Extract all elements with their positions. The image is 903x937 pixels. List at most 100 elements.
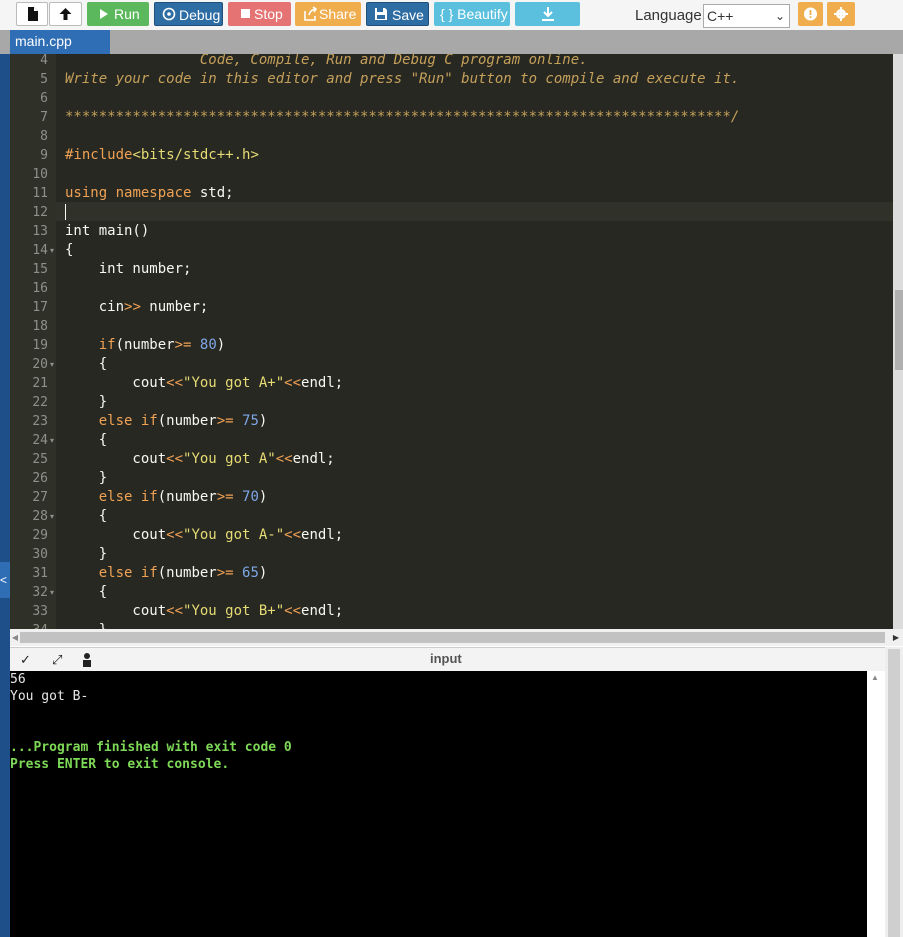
tab-main-cpp[interactable]: main.cpp [10, 30, 110, 54]
chevron-left-icon: < [0, 573, 8, 587]
console-line: ...Program finished with exit code 0 [10, 740, 292, 755]
share-icon [304, 6, 318, 21]
debug-label: Debug [179, 7, 221, 23]
new-file-button[interactable] [16, 2, 48, 26]
settings-button[interactable] [827, 2, 855, 26]
line-number: 23 [32, 414, 48, 429]
code-line: else if(number>= 70) [98, 489, 268, 505]
line-number: 15 [32, 262, 48, 277]
collapse-chevron-icon[interactable]: ✓ [20, 652, 31, 668]
page-scroll-thumb[interactable] [888, 649, 900, 937]
sidebar-toggle[interactable]: < [0, 562, 10, 598]
clear-console-icon[interactable] [80, 652, 94, 668]
gear-icon [834, 7, 848, 21]
expand-icon[interactable]: ⤢ [52, 652, 62, 668]
fold-arrow-icon[interactable]: ▾ [50, 355, 54, 374]
beautify-button[interactable]: { } Beautify [434, 2, 510, 26]
download-button[interactable] [515, 2, 580, 26]
floppy-icon [375, 8, 387, 20]
line-number: 29 [32, 528, 48, 543]
fold-arrow-icon[interactable]: ▾ [50, 583, 54, 602]
line-number: 25 [32, 452, 48, 467]
code-line: cout<<"You got B+"<<endl; [65, 603, 344, 619]
line-number: 11 [32, 186, 48, 201]
code-line: } [65, 621, 107, 629]
fold-arrow-icon[interactable]: ▾ [50, 507, 54, 526]
code-editor[interactable]: 4 5 6 7 8 9 10 11 12 13 14 ▾ 15 16 17 18 19 20 ▾ 21 22 23 24 ▾ 2… [10, 54, 893, 629]
line-number: 27 [32, 490, 48, 505]
line-number: 7 [40, 110, 48, 125]
line-number: 4 [40, 54, 48, 68]
code-line: { [65, 242, 74, 258]
line-number: 20 [32, 357, 48, 372]
code-line: { [65, 584, 108, 600]
code-line: int main() [65, 223, 150, 239]
code-line: cout<<"You got A"<<endl; [65, 451, 335, 467]
line-number: 31 [32, 566, 48, 581]
fold-arrow-icon[interactable]: ▾ [50, 431, 54, 450]
code-line: else if(number>= 75) [98, 413, 268, 429]
line-number: 32 [32, 585, 48, 600]
code-line: if(number>= 80) [98, 337, 226, 353]
line-number: 16 [32, 281, 48, 296]
scroll-right-icon[interactable]: ▶ [891, 629, 901, 646]
debug-button[interactable]: Debug [154, 2, 223, 26]
scroll-left-icon[interactable]: ◀ [10, 629, 20, 646]
code-line: { [65, 508, 108, 524]
code-line: Write your code in this editor and press… [65, 71, 740, 87]
fold-arrow-icon[interactable]: ▾ [50, 241, 54, 260]
line-number: 6 [40, 91, 48, 106]
code-line: Code, Compile, Run and Debug C program o… [65, 54, 588, 68]
sidebar-strip: < [0, 54, 10, 937]
language-label: Language [635, 7, 702, 24]
editor-scroll-thumb[interactable] [895, 290, 903, 370]
bug-icon [162, 7, 176, 21]
code-line: else if(number>= 65) [98, 565, 268, 581]
console-line: 56 [10, 672, 26, 687]
line-number: 34 [10, 621, 48, 629]
console-title: input [430, 651, 462, 666]
share-button[interactable]: Share [295, 2, 361, 26]
share-label: Share [319, 6, 357, 22]
stop-button[interactable]: Stop [228, 2, 291, 26]
line-number: 24 [32, 433, 48, 448]
line-number: 12 [32, 205, 48, 220]
console-header: ✓ ⤢ input [10, 647, 885, 672]
page-scrollbar[interactable] [885, 647, 903, 937]
language-value: C++ [707, 8, 734, 24]
console-scrollbar[interactable]: ▲ [867, 671, 885, 937]
line-number: 17 [32, 300, 48, 315]
line-number: 13 [32, 224, 48, 239]
run-label: Run [114, 6, 140, 22]
stop-label: Stop [254, 6, 283, 22]
editor-horizontal-scrollbar[interactable]: ◀ ▶ [10, 629, 903, 646]
line-number-gutter: 4 5 6 7 8 9 10 11 12 13 14 ▾ 15 16 17 18 19 20 ▾ 21 22 23 24 ▾ 2… [10, 54, 56, 629]
line-number: 28 [32, 509, 48, 524]
chevron-down-icon: ⌄ [774, 9, 785, 23]
horizontal-scroll-thumb[interactable] [20, 632, 885, 643]
info-icon [804, 7, 817, 21]
line-number: 10 [32, 167, 48, 182]
code-line: } [65, 470, 108, 486]
upload-icon [59, 8, 72, 20]
upload-button[interactable] [49, 2, 82, 26]
output-console[interactable]: 56 You got B- ...Program finished with exi… [10, 671, 867, 937]
info-button[interactable] [798, 2, 823, 26]
scroll-up-icon[interactable]: ▲ [871, 673, 879, 682]
code-line: ****************************************… [65, 109, 740, 125]
save-button[interactable]: Save [366, 2, 429, 26]
file-tab-bar: main.cpp [0, 30, 903, 54]
line-number: 33 [32, 604, 48, 619]
download-icon [542, 7, 554, 21]
code-line: int number; [65, 261, 192, 277]
code-line: } [65, 394, 108, 410]
text-cursor [65, 204, 66, 220]
code-line: { [65, 356, 108, 372]
line-number: 22 [32, 395, 48, 410]
run-button[interactable]: Run [87, 2, 149, 26]
active-line-highlight [56, 202, 893, 221]
line-number: 18 [32, 319, 48, 334]
language-select[interactable]: C++ ⌄ [703, 4, 790, 28]
